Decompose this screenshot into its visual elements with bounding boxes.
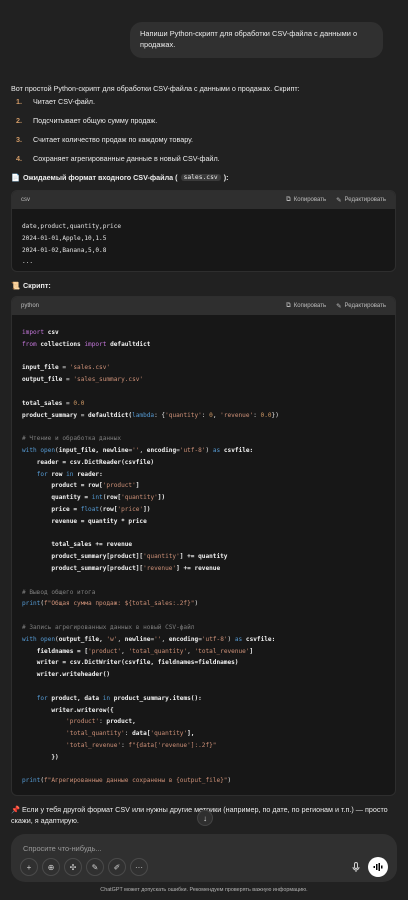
csv-code-block: csv ⧉ Копировать ✎ Редактировать date,prod… — [11, 190, 396, 272]
composer: + ⊕ ✣ ✎ ✐ ··· — [11, 834, 397, 882]
page-icon: 📄 — [11, 173, 20, 182]
user-message: Напиши Python-скрипт для обработки CSV-ф… — [130, 22, 383, 58]
prompt-input[interactable] — [21, 840, 325, 856]
python-code-block: python ⧉ Копировать ✎ Редактировать import… — [11, 296, 396, 796]
steps-list: 1. Читает CSV-файл. 2. Подсчитывает общую … — [11, 97, 220, 173]
list-item: 4. Сохраняет агрегированные данные в новы… — [16, 154, 220, 163]
pencil-icon: ✎ — [336, 197, 342, 204]
inline-code-filename: sales.csv — [180, 174, 221, 181]
pencil-icon: ✎ — [336, 303, 342, 310]
edit-button[interactable]: ✎ Редактировать — [336, 196, 386, 204]
settings-icon[interactable]: ✣ — [64, 858, 82, 876]
copy-button[interactable]: ⧉ Копировать — [286, 302, 326, 310]
plus-icon[interactable]: + — [20, 858, 38, 876]
pin-icon: 📌 — [11, 805, 20, 814]
scroll-down-button[interactable]: ↓ — [197, 810, 213, 826]
copy-icon: ⧉ — [286, 196, 291, 203]
code-header: python ⧉ Копировать ✎ Редактировать — [12, 297, 395, 315]
arrow-down-icon: ↓ — [203, 813, 207, 823]
script-heading: 📜 Скрипт: — [11, 281, 51, 290]
brush-icon[interactable]: ✐ — [108, 858, 126, 876]
voice-mode-icon[interactable] — [368, 857, 388, 877]
list-item: 2. Подсчитывает общую сумму продаж. — [16, 116, 158, 125]
list-item: 3. Считает количество продаж по каждому т… — [16, 135, 194, 144]
user-message-text: Напиши Python-скрипт для обработки CSV-ф… — [140, 29, 358, 49]
mic-icon[interactable] — [348, 859, 364, 875]
code-language: python — [21, 303, 40, 309]
more-icon[interactable]: ··· — [130, 858, 148, 876]
assistant-intro: Вот простой Python-скрипт для обработки … — [11, 84, 300, 93]
code-language: csv — [21, 197, 30, 203]
pen-icon[interactable]: ✎ — [86, 858, 104, 876]
input-format-heading: 📄 Ожидаемый формат входного CSV-файла (s… — [11, 173, 229, 182]
edit-button[interactable]: ✎ Редактировать — [336, 302, 386, 310]
scroll-icon: 📜 — [11, 281, 20, 290]
composer-tools: + ⊕ ✣ ✎ ✐ ··· — [20, 858, 148, 876]
csv-code: date,product,quantity,price 2024-01-01,A… — [22, 223, 122, 266]
copy-button[interactable]: ⧉ Копировать — [286, 196, 326, 204]
list-item: 1. Читает CSV-файл. — [16, 97, 95, 106]
python-code: import csv from collections import defau… — [22, 329, 279, 785]
globe-icon[interactable]: ⊕ — [42, 858, 60, 876]
code-header: csv ⧉ Копировать ✎ Редактировать — [12, 191, 395, 209]
copy-icon: ⧉ — [286, 302, 291, 309]
disclaimer: ChatGPT может допускать ошибки. Рекоменд… — [100, 887, 308, 893]
